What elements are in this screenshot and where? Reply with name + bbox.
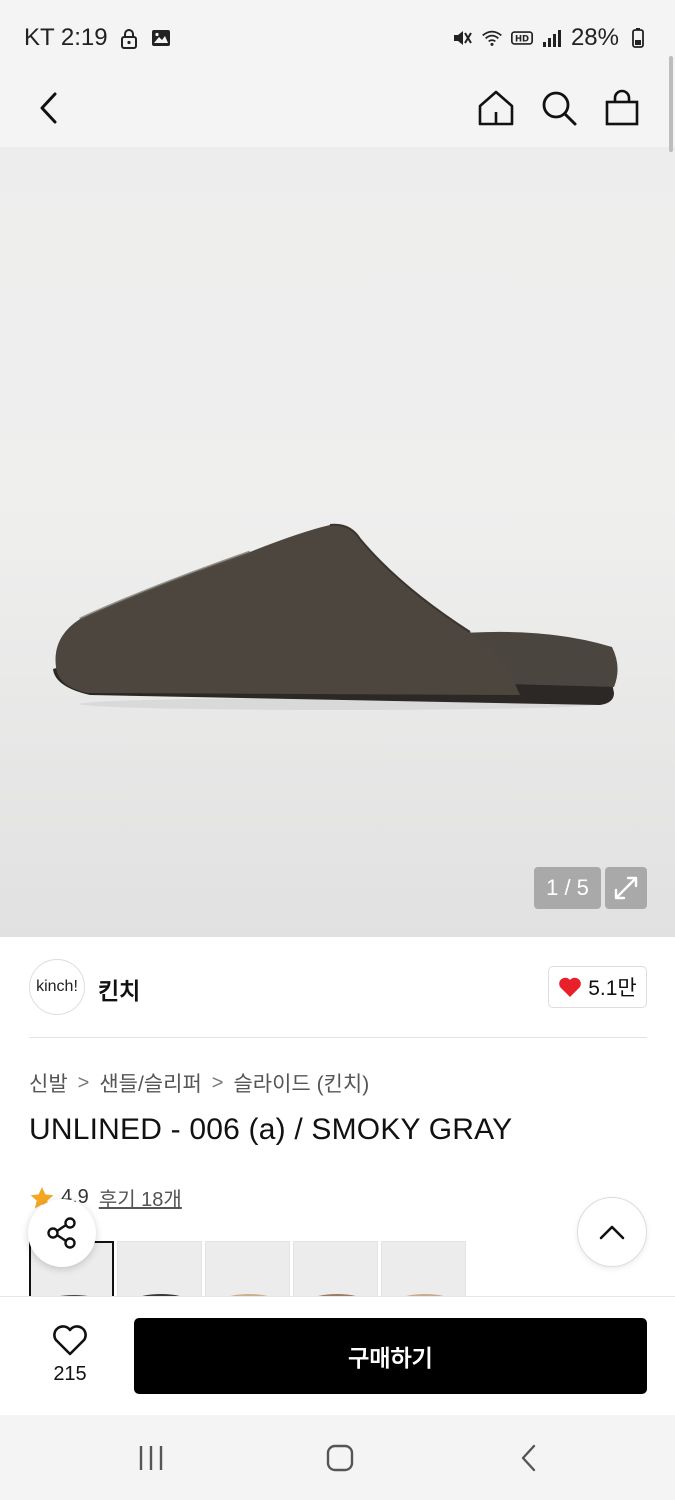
thumbnail-color-4[interactable] <box>293 1241 378 1303</box>
wishlist-count: 215 <box>53 1362 87 1385</box>
slipper-image <box>53 523 618 710</box>
divider <box>29 1037 647 1038</box>
share-icon <box>47 1217 76 1249</box>
home-nav-button[interactable] <box>310 1435 370 1481</box>
system-navigation-bar <box>0 1415 675 1500</box>
wishlist-button[interactable]: 215 <box>33 1318 107 1392</box>
product-image[interactable] <box>0 147 675 937</box>
thumbnail-color-3[interactable] <box>205 1241 290 1303</box>
share-button[interactable] <box>28 1199 96 1267</box>
search-icon <box>542 91 577 126</box>
expand-button[interactable] <box>605 867 647 909</box>
home-icon <box>478 90 514 126</box>
brand-name[interactable]: 킨치 <box>98 972 140 1006</box>
gallery-icon <box>151 30 170 46</box>
chevron-up-icon <box>599 1225 625 1240</box>
recent-apps-icon <box>139 1446 163 1470</box>
expand-icon <box>614 876 638 900</box>
svg-text:HD: HD <box>515 33 529 43</box>
heart-filled-icon <box>559 977 582 997</box>
thumbnail-color-5[interactable] <box>381 1241 466 1303</box>
hd-icon: HD <box>510 31 533 45</box>
cart-button[interactable] <box>594 80 650 136</box>
status-right: HD 28% <box>451 24 649 52</box>
brand-like-count: 5.1만 <box>588 977 637 1000</box>
shopping-bag-icon <box>605 89 639 126</box>
scroll-indicator[interactable] <box>669 56 673 152</box>
back-button[interactable] <box>22 80 78 136</box>
wifi-icon <box>482 30 502 46</box>
breadcrumb: 신발 > 샌들/슬리퍼 > 슬라이드 (킨치) <box>29 1068 369 1098</box>
signal-icon <box>542 30 561 47</box>
chevron-left-icon <box>40 92 57 124</box>
scroll-top-button[interactable] <box>577 1197 647 1267</box>
buy-button[interactable]: 구매하기 <box>134 1318 647 1394</box>
status-bar: KT 2:19 HD 28% <box>0 0 675 72</box>
home-nav-icon <box>326 1444 354 1472</box>
carrier-time: KT 2:19 <box>24 24 108 51</box>
breadcrumb-item-subcategory[interactable]: 샌들/슬리퍼 <box>99 1068 201 1098</box>
breadcrumb-separator: > <box>211 1071 224 1094</box>
mute-icon <box>453 31 472 45</box>
battery-level: 28% <box>570 24 619 51</box>
heart-outline-icon <box>53 1324 87 1355</box>
review-link[interactable]: 후기 18개 <box>99 1183 182 1212</box>
product-title: UNLINED - 006 (a) / SMOKY GRAY <box>29 1113 513 1146</box>
thumbnail-color-2[interactable] <box>117 1241 202 1303</box>
recent-apps-button[interactable] <box>121 1435 181 1481</box>
brand-logo-text: kinch! <box>36 978 78 995</box>
brand-logo[interactable]: kinch! <box>29 959 85 1015</box>
image-counter: 1 / 5 <box>534 867 601 909</box>
app-header <box>0 72 675 147</box>
home-button[interactable] <box>468 80 524 136</box>
breadcrumb-item-category[interactable]: 신발 <box>29 1068 68 1098</box>
back-nav-button[interactable] <box>500 1435 560 1481</box>
breadcrumb-separator: > <box>77 1071 90 1094</box>
search-button[interactable] <box>531 80 587 136</box>
back-nav-icon <box>521 1444 536 1472</box>
brand-like-button[interactable]: 5.1만 <box>548 966 647 1008</box>
battery-icon <box>632 28 644 48</box>
status-left: KT 2:19 <box>24 24 172 52</box>
breadcrumb-item-leaf[interactable]: 슬라이드 (킨치) <box>233 1068 369 1098</box>
lock-icon <box>120 29 137 49</box>
